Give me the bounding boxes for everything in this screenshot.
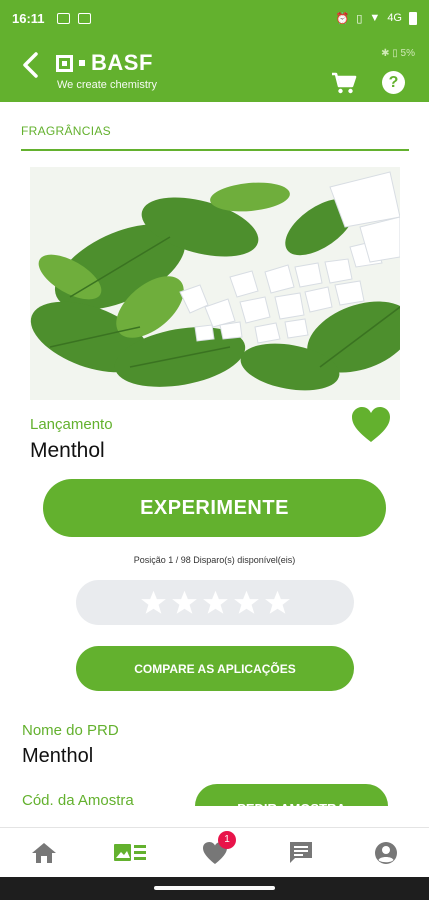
home-icon[interactable] [30, 840, 58, 866]
star-icon[interactable] [202, 589, 229, 616]
screen-cast-icon [77, 12, 91, 24]
star-icon[interactable] [233, 589, 260, 616]
compare-applications-button[interactable]: COMPARE AS APLICAÇÕES [76, 646, 354, 691]
product-name: Menthol [30, 439, 105, 462]
cart-icon[interactable] [331, 72, 357, 94]
gesture-handle[interactable] [154, 886, 275, 890]
star-icon[interactable] [171, 589, 198, 616]
basf-logo: BASF [56, 50, 153, 76]
network-label: 4G [387, 12, 402, 24]
logo-dot-icon [79, 60, 85, 66]
status-bar: 16:11 ⏰ ▯ ▼ 4G [0, 0, 429, 36]
section-title: FRAGRÂNCIAS [21, 124, 111, 138]
favorites-badge: 1 [218, 831, 236, 849]
status-time: 16:11 [12, 10, 45, 26]
bluetooth-status: ✱ ▯ 5% [381, 48, 415, 59]
wifi-icon: ▼ [369, 12, 381, 24]
position-text: Posição 1 / 98 Disparo(s) disponível(eis… [133, 555, 296, 565]
vibrate-icon: ▯ [356, 12, 363, 25]
bottom-nav [0, 827, 429, 877]
try-button[interactable]: EXPERIMENTE [43, 479, 386, 537]
back-arrow-icon[interactable] [18, 50, 44, 80]
battery-icon [409, 11, 417, 25]
request-sample-button[interactable]: PEDIR AMOSTRA [195, 784, 388, 806]
launch-label: Lançamento [30, 416, 113, 433]
sample-code-label: Cód. da Amostra [22, 792, 134, 809]
rating-bar [76, 580, 354, 625]
logo-square-icon [56, 54, 73, 72]
messages-icon[interactable] [287, 840, 315, 866]
product-image [30, 167, 400, 400]
help-icon[interactable]: ? [382, 71, 405, 94]
request-sample-button-clip: PEDIR AMOSTRA [195, 784, 390, 806]
star-icon[interactable] [264, 589, 291, 616]
bluetooth-battery-label: 5% [400, 48, 415, 59]
logo-text: BASF [91, 50, 153, 75]
favorite-heart-icon[interactable] [350, 405, 392, 445]
alarm-icon: ⏰ [335, 12, 350, 25]
catalog-icon[interactable] [113, 840, 147, 866]
profile-icon[interactable] [372, 840, 400, 866]
prd-name-label: Nome do PRD [22, 722, 119, 739]
star-icon[interactable] [140, 589, 167, 616]
prd-name-value: Menthol [22, 745, 94, 767]
app-header: BASF We create chemistry ✱ ▯ 5% ? [0, 36, 429, 102]
gesture-bar [0, 877, 429, 900]
logo-tagline: We create chemistry [57, 79, 158, 91]
section-divider [21, 149, 409, 151]
notification-icon [56, 12, 70, 24]
